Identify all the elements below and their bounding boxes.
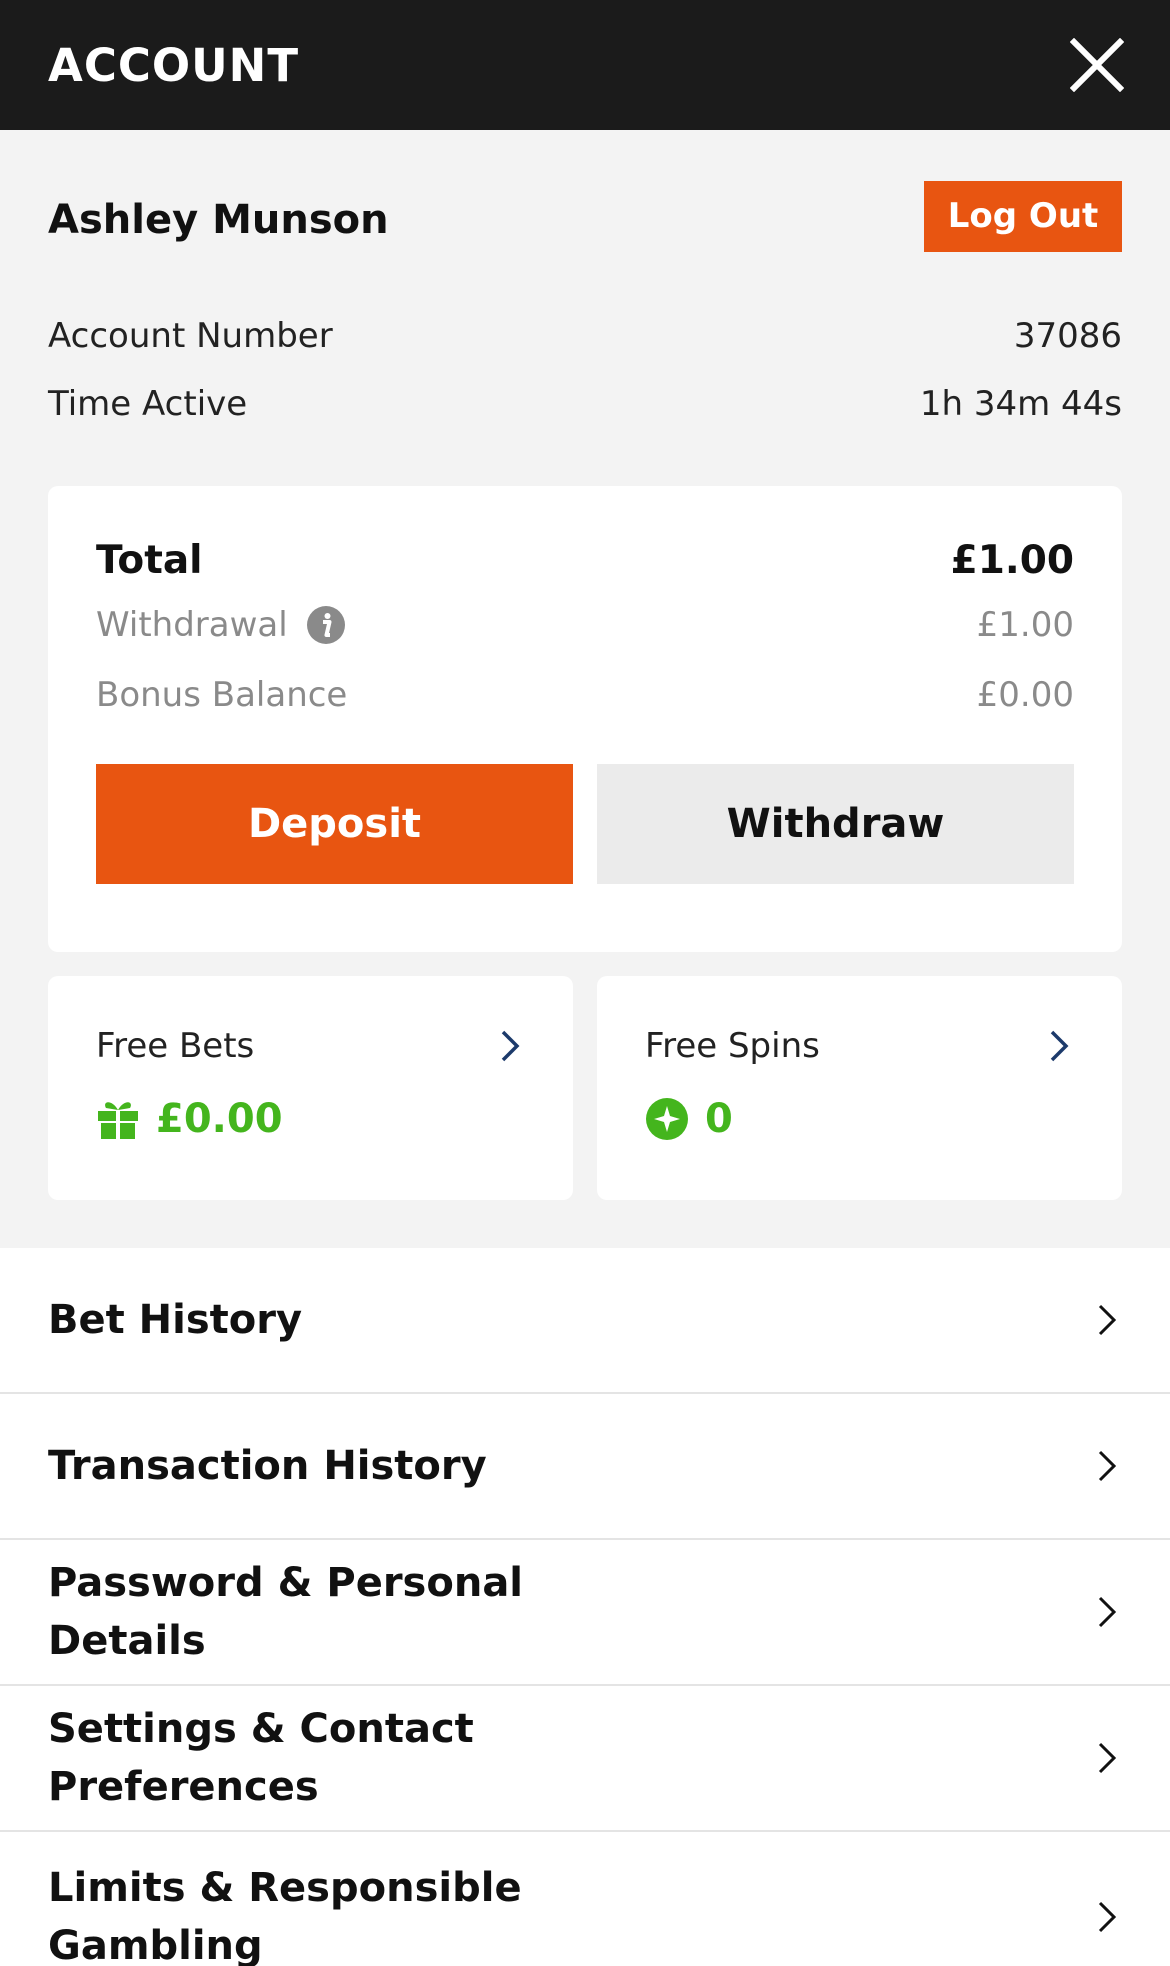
total-label: Total [96, 537, 203, 583]
account-menu: Bet History Transaction History Password… [0, 1248, 1170, 1966]
withdrawal-label-wrap: Withdrawal [96, 605, 346, 645]
free-spins-value-row: 0 [645, 1096, 1074, 1142]
time-active-value: 1h 34m 44s [919, 384, 1122, 424]
chevron-right-icon [1098, 1901, 1117, 1933]
deposit-button[interactable]: Deposit [96, 764, 573, 884]
plus-circle-icon [646, 1098, 688, 1140]
bonus-label: Bonus Balance [96, 675, 348, 715]
chevron-right-icon [1050, 1030, 1069, 1062]
menu-item-label: Settings & Contact Preferences [48, 1706, 474, 1810]
account-number-value: 37086 [1013, 316, 1122, 356]
free-spins-header: Free Spins [645, 1020, 1074, 1072]
header-bar: ACCOUNT [0, 0, 1170, 130]
page-title: ACCOUNT [48, 38, 300, 92]
balance-actions: Deposit Withdraw [96, 764, 1074, 884]
total-row: Total £1.00 [96, 530, 1074, 590]
free-bets-card[interactable]: Free Bets £0.00 [48, 976, 573, 1200]
withdrawal-value: £1.00 [976, 605, 1074, 645]
chevron-right-icon [1098, 1596, 1117, 1628]
free-bets-header: Free Bets [96, 1020, 525, 1072]
menu-item-settings-contact[interactable]: Settings & Contact Preferences [0, 1686, 1170, 1832]
withdraw-button[interactable]: Withdraw [597, 764, 1074, 884]
menu-item-label: Bet History [48, 1297, 303, 1343]
withdrawal-row: Withdrawal £1.00 [96, 590, 1074, 660]
menu-item-limits-responsible[interactable]: Limits & Responsible Gambling [0, 1832, 1170, 1966]
chevron-right-icon [501, 1030, 520, 1062]
free-spins-label: Free Spins [645, 1026, 820, 1066]
info-icon[interactable] [306, 605, 346, 645]
time-active-label: Time Active [48, 384, 248, 424]
balance-card: Total £1.00 Withdrawal £1.00 Bonus Balan… [48, 486, 1122, 952]
withdrawal-label: Withdrawal [96, 605, 288, 645]
total-value: £1.00 [950, 537, 1074, 583]
menu-item-label: Password & Personal Details [48, 1560, 524, 1664]
name-row: Ashley Munson Log Out [48, 130, 1122, 302]
account-summary: Ashley Munson Log Out Account Number 370… [0, 130, 1170, 438]
account-number-row: Account Number 37086 [48, 302, 1122, 370]
menu-item-label: Limits & Responsible Gambling [48, 1865, 522, 1966]
free-bets-value-row: £0.00 [96, 1096, 525, 1142]
close-icon[interactable] [1070, 38, 1124, 92]
close-button[interactable] [1068, 36, 1126, 94]
chevron-right-icon [1098, 1742, 1117, 1774]
free-bets-label: Free Bets [96, 1026, 255, 1066]
gift-icon [98, 1102, 138, 1139]
free-spins-card[interactable]: Free Spins 0 [597, 976, 1122, 1200]
promo-cards: Free Bets £0.00 Free Spins 0 [48, 976, 1122, 1200]
menu-item-label: Transaction History [48, 1443, 487, 1489]
user-name: Ashley Munson [48, 197, 389, 243]
menu-item-bet-history[interactable]: Bet History [0, 1248, 1170, 1394]
chevron-right-icon [1098, 1450, 1117, 1482]
time-active-row: Time Active 1h 34m 44s [48, 370, 1122, 438]
free-spins-value: 0 [705, 1096, 733, 1142]
chevron-right-icon [1098, 1304, 1117, 1336]
free-bets-value: £0.00 [156, 1096, 283, 1142]
bonus-row: Bonus Balance £0.00 [96, 660, 1074, 730]
menu-item-password-personal[interactable]: Password & Personal Details [0, 1540, 1170, 1686]
menu-item-transaction-history[interactable]: Transaction History [0, 1394, 1170, 1540]
logout-button[interactable]: Log Out [924, 180, 1122, 252]
bonus-value: £0.00 [976, 675, 1074, 715]
account-number-label: Account Number [48, 316, 333, 356]
